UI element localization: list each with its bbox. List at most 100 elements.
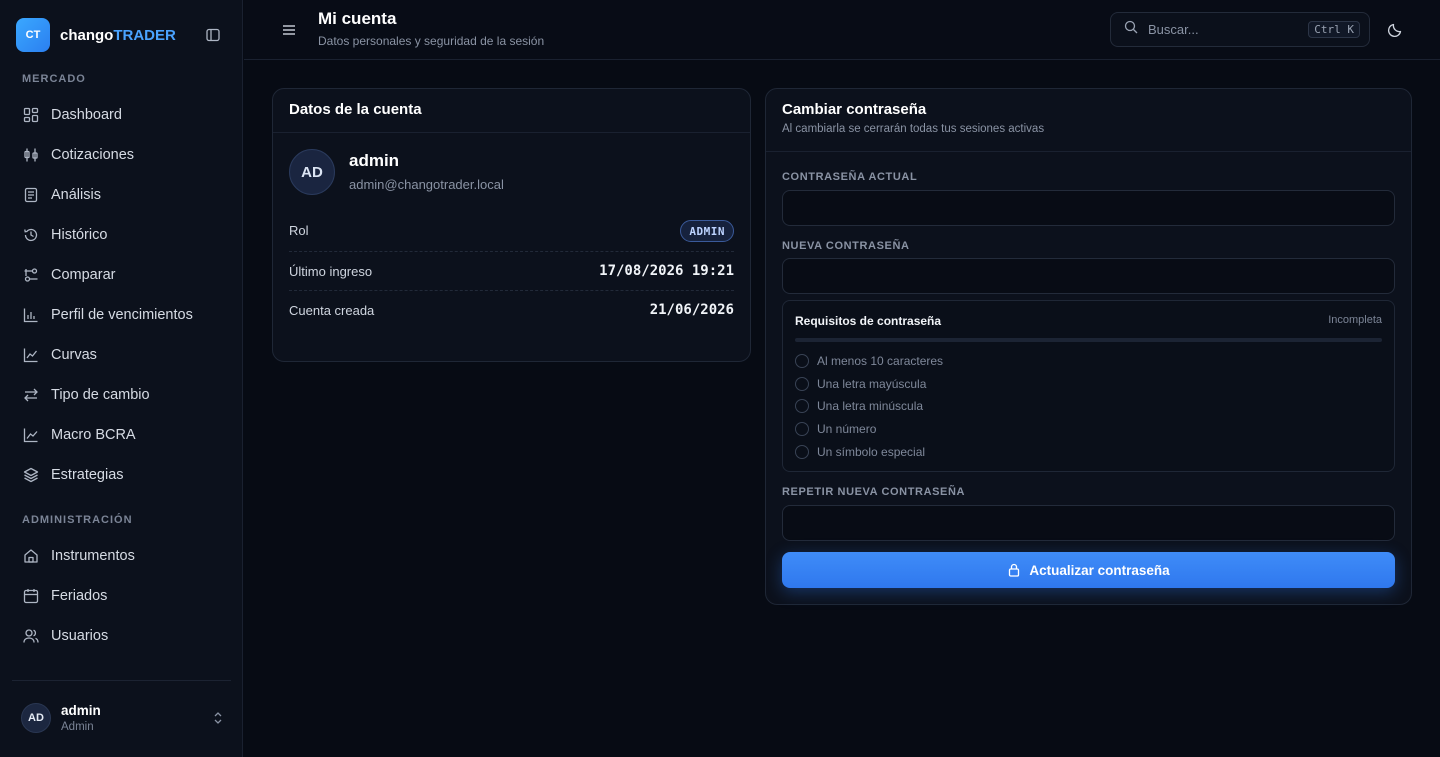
sidebar-item-cotizaciones[interactable]: Cotizaciones [12,138,231,172]
sidebar-item-label: Feriados [51,588,108,604]
search-icon [1124,20,1138,39]
sidebar-item-label: Dashboard [51,107,122,123]
document-icon [22,186,40,204]
page-subtitle: Datos personales y seguridad de la sesió… [318,34,545,48]
requirement-item: Un número [795,422,876,436]
requirement-item: Una letra minúscula [795,399,923,413]
section-label-market: MERCADO [22,73,86,85]
exchange-icon [22,386,40,404]
brand-logo: CT [16,18,50,52]
row-divider [289,251,734,252]
sidebar-item-label: Tipo de cambio [51,387,150,403]
requirement-text: Un número [817,422,877,436]
home-icon [22,547,40,565]
password-card: Cambiar contraseña Al cambiarla se cerra… [765,88,1412,605]
sidebar-item-tipo-de-cambio[interactable]: Tipo de cambio [12,378,231,412]
candlestick-icon [22,146,40,164]
requirement-text: Al menos 10 caracteres [817,354,944,368]
sidebar-item-comparar[interactable]: Comparar [12,258,231,292]
sidebar-item-label: Perfil de vencimientos [51,307,193,323]
card-divider [273,132,750,133]
sidebar-item-usuarios[interactable]: Usuarios [12,619,231,653]
sidebar-item-label: Estrategias [51,467,124,483]
requirement-text: Una letra minúscula [817,399,924,413]
password-card-subtitle: Al cambiarla se cerrarán todas tus sesio… [782,123,1045,135]
search-shortcut: Ctrl K [1308,21,1360,38]
line-chart-icon [22,346,40,364]
role-label: Rol [289,223,309,238]
user-name: admin [61,703,101,718]
compare-icon [22,266,40,284]
brand-name-part2: TRADER [113,26,176,44]
circle-icon [795,445,809,459]
page-title: Mi cuenta [318,9,397,28]
sidebar-item-feriados[interactable]: Feriados [12,579,231,613]
new-password-field[interactable] [782,258,1395,294]
layers-icon [22,466,40,484]
last-login-label: Último ingreso [289,264,373,279]
password-requirements: Requisitos de contraseña Incompleta Al m… [782,300,1395,472]
repeat-password-field[interactable] [782,505,1395,541]
topbar: Mi cuenta Datos personales y seguridad d… [244,0,1440,60]
account-email: admin@changotrader.local [349,177,504,192]
sidebar-item-label: Instrumentos [51,548,135,564]
created-value: 21/06/2026 [649,302,734,318]
role-badge: ADMIN [680,220,734,242]
requirements-title: Requisitos de contraseña [795,314,942,328]
sidebar-item-analisis[interactable]: Análisis [12,178,231,212]
account-username: admin [349,151,400,170]
users-icon [22,627,40,645]
card-divider [766,151,1411,152]
moon-icon[interactable] [1387,22,1403,38]
sidebar-item-label: Usuarios [51,628,109,644]
current-password-field[interactable] [782,190,1395,226]
update-password-button[interactable]: Actualizar contraseña [782,552,1395,588]
requirement-item: Una letra mayúscula [795,377,926,391]
history-icon [22,226,40,244]
new-password-label: NUEVA CONTRASEÑA [782,240,910,252]
sidebar-item-label: Cotizaciones [51,147,135,163]
requirements-progress-bar [795,338,1382,342]
user-menu[interactable]: AD admin Admin [21,701,226,735]
requirement-item: Un símbolo especial [795,445,925,459]
sidebar-item-label: Histórico [51,227,108,243]
requirements-status: Incompleta [1328,314,1382,326]
update-password-label: Actualizar contraseña [1029,562,1170,578]
user-meta: admin Admin [61,703,101,733]
sidebar: CT changoTRADER MERCADO Dashboard Cotiza… [0,0,243,757]
sidebar-item-label: Análisis [51,187,101,203]
grid-icon [22,106,40,124]
search-placeholder: Buscar... [1148,22,1199,37]
chevron-up-down-icon [212,711,224,730]
sidebar-divider [12,680,231,681]
sidebar-item-estrategias[interactable]: Estrategias [12,458,231,492]
circle-icon [795,422,809,436]
brand[interactable]: CT changoTRADER [16,18,176,52]
sidebar-item-dashboard[interactable]: Dashboard [12,98,231,132]
section-label-admin: ADMINISTRACIÓN [22,514,133,526]
password-card-title: Cambiar contraseña [782,101,927,118]
calendar-icon [22,587,40,605]
sidebar-item-historico[interactable]: Histórico [12,218,231,252]
sidebar-item-macro-bcra[interactable]: Macro BCRA [12,418,231,452]
trend-icon [22,426,40,444]
lock-icon [1007,563,1021,577]
sidebar-item-perfil-vencimientos[interactable]: Perfil de vencimientos [12,298,231,332]
sidebar-item-curvas[interactable]: Curvas [12,338,231,372]
menu-icon[interactable] [281,22,297,38]
sidebar-item-instrumentos[interactable]: Instrumentos [12,539,231,573]
account-card: Datos de la cuenta AD admin admin@chango… [272,88,751,362]
requirement-text: Una letra mayúscula [817,377,927,391]
search-input[interactable]: Buscar... Ctrl K [1110,12,1370,47]
last-login-value: 17/08/2026 19:21 [599,263,734,279]
avatar: AD [289,149,335,195]
requirement-text: Un símbolo especial [817,445,926,459]
account-card-title: Datos de la cuenta [289,101,422,118]
sidebar-item-label: Macro BCRA [51,427,136,443]
circle-icon [795,354,809,368]
sidebar-item-label: Comparar [51,267,116,283]
brand-name: changoTRADER [60,27,176,44]
requirement-item: Al menos 10 caracteres [795,354,943,368]
sidebar-toggle-icon[interactable] [205,27,221,43]
bar-chart-icon [22,306,40,324]
